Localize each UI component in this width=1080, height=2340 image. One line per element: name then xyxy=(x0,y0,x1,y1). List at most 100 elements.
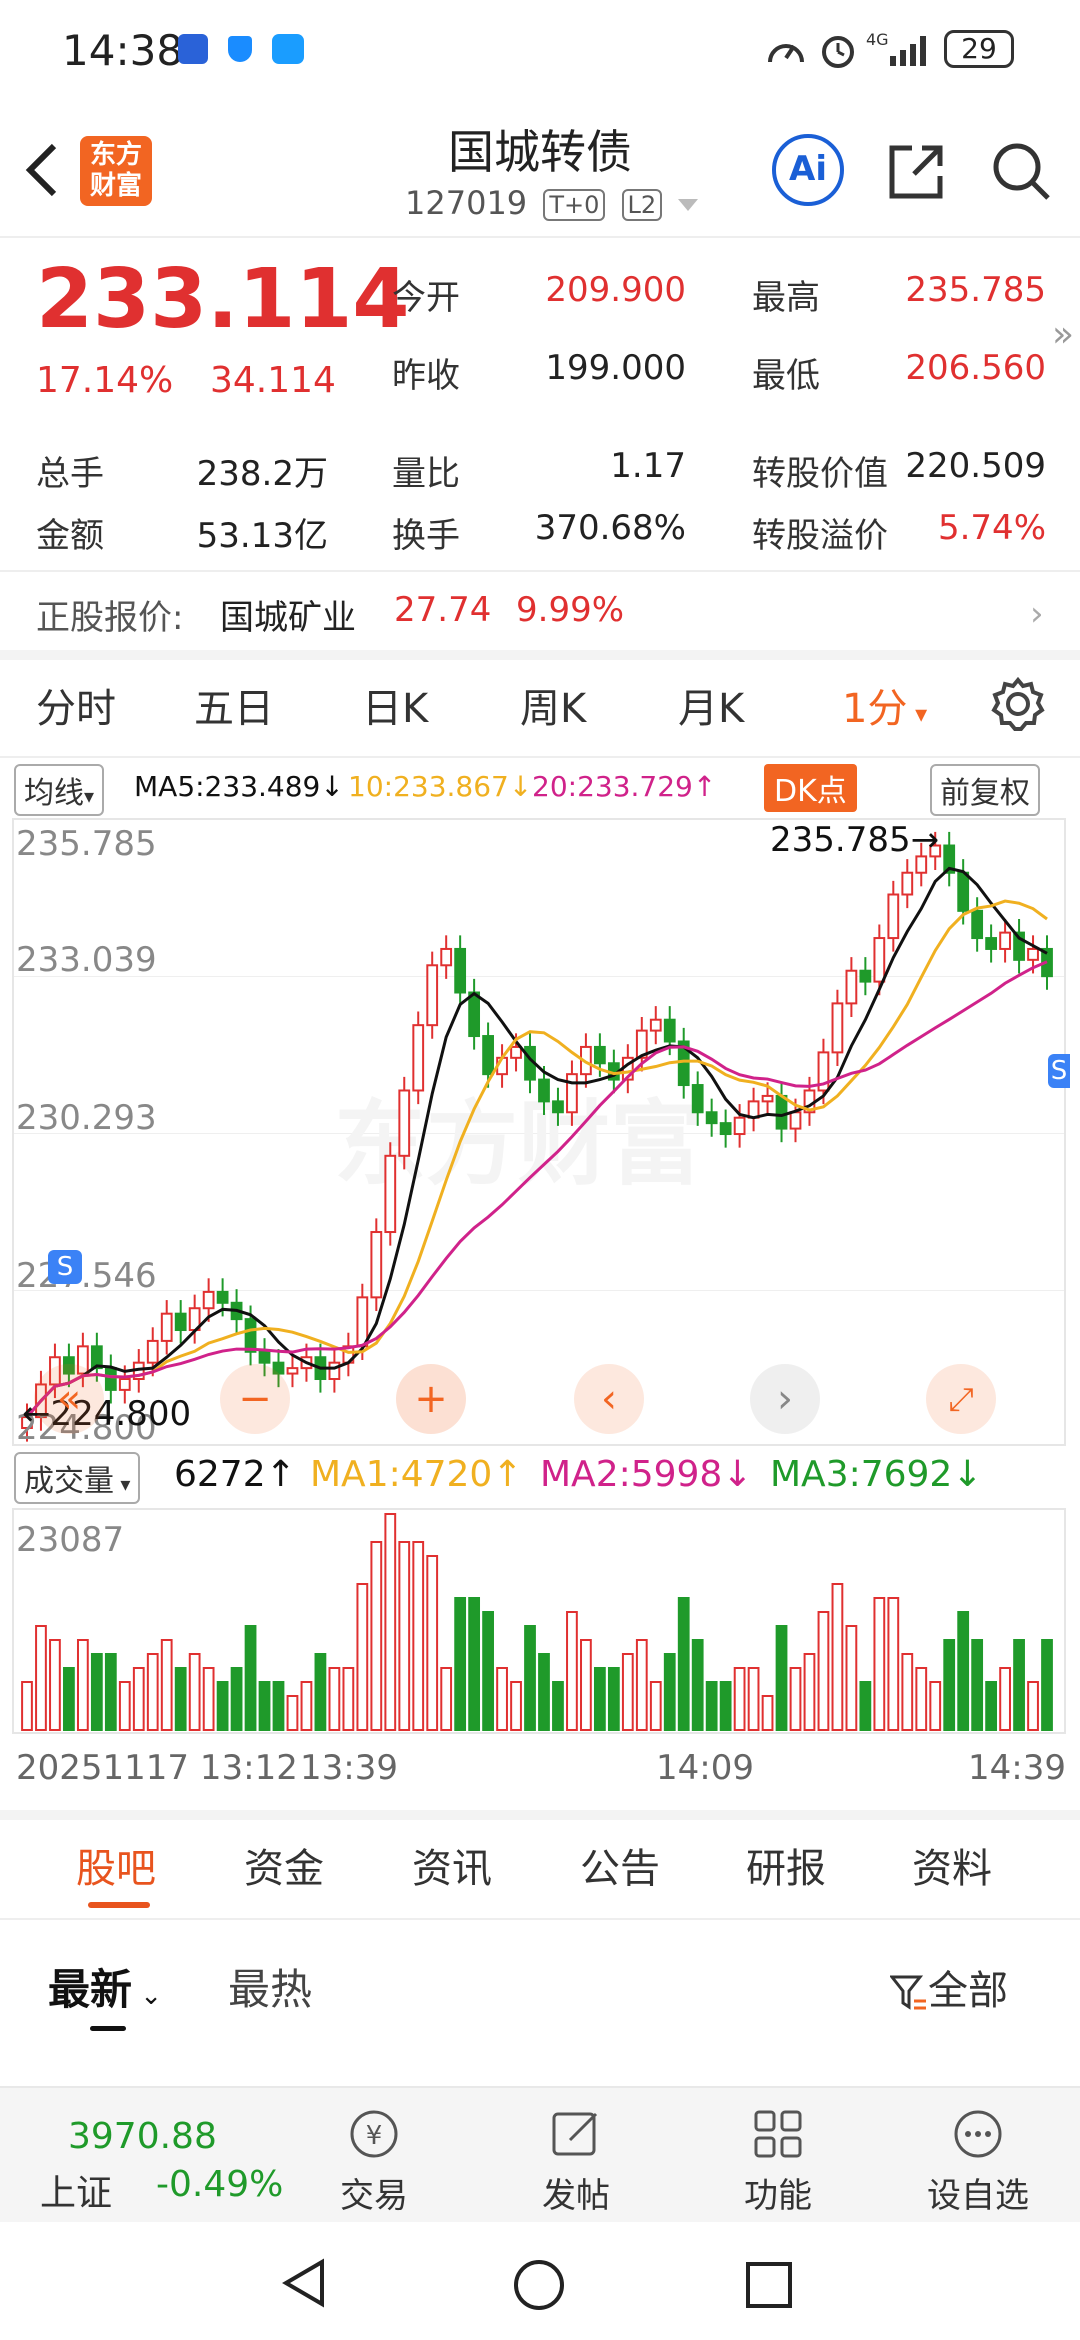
candle xyxy=(104,1367,117,1391)
price-axis-label: 235.785 xyxy=(16,824,157,864)
index-name[interactable]: 上证 xyxy=(40,2164,112,2216)
volume-bar xyxy=(356,1583,369,1731)
tab-five-day[interactable]: 五日 xyxy=(194,676,274,734)
scroll-start-button[interactable]: « xyxy=(34,1364,104,1434)
volume-bar xyxy=(1013,1639,1025,1731)
candle xyxy=(566,1073,578,1114)
function-button[interactable]: 功能 xyxy=(718,2098,838,2218)
tab-one-minute[interactable]: 1分 ▾ xyxy=(842,676,927,734)
volume-bar xyxy=(593,1667,606,1731)
l2-tag: L2 xyxy=(621,189,663,221)
tab-profile[interactable]: 资料 xyxy=(912,1836,992,1894)
volume-bar xyxy=(761,1695,774,1731)
tab-forum[interactable]: 股吧 xyxy=(76,1836,156,1894)
candle xyxy=(887,893,900,940)
add-watchlist-button[interactable]: 设自选 xyxy=(918,2098,1038,2218)
volume-bar xyxy=(244,1625,257,1731)
volume-bar xyxy=(985,1681,998,1731)
adjust-select[interactable]: 前复权 xyxy=(930,764,1040,816)
network-4g-icon: 4G xyxy=(866,30,889,49)
volume-legend: 6272↑ xyxy=(174,1454,296,1495)
candle xyxy=(873,937,886,983)
trade-label: 交易 xyxy=(340,2176,408,2216)
volume-bar xyxy=(859,1681,872,1731)
signal-marker[interactable]: S xyxy=(1048,1054,1070,1088)
candle xyxy=(244,1318,257,1353)
index-change[interactable]: -0.49% xyxy=(156,2164,283,2205)
volume-bar xyxy=(132,1667,145,1731)
home-nav-icon[interactable] xyxy=(512,2258,566,2312)
candle xyxy=(454,947,467,994)
candle xyxy=(258,1350,271,1364)
volume-chart[interactable]: 23087 xyxy=(12,1508,1066,1734)
sort-latest[interactable]: 最新 ⌄ xyxy=(48,1956,162,2017)
tab-daily-k[interactable]: 日K xyxy=(362,676,428,734)
post-button[interactable]: 发帖 xyxy=(516,2098,636,2218)
tab-intraday[interactable]: 分时 xyxy=(36,676,116,734)
tab-news[interactable]: 资讯 xyxy=(412,1836,492,1894)
expand-arrow-icon[interactable]: » xyxy=(1052,314,1074,355)
status-time: 14:38 xyxy=(62,26,184,75)
function-label: 功能 xyxy=(744,2176,812,2216)
system-nav-bar xyxy=(0,2222,1080,2340)
volume-ma2-legend: MA2:5998↓ xyxy=(540,1454,753,1495)
ma5-legend: MA5:233.489↓ xyxy=(134,770,344,803)
volume-bar xyxy=(803,1653,816,1731)
time-axis-label: 14:39 xyxy=(968,1748,1066,1788)
share-icon[interactable] xyxy=(886,140,948,202)
back-nav-icon[interactable] xyxy=(280,2258,330,2308)
tab-monthly-k[interactable]: 月K xyxy=(678,676,744,734)
stock-change: 9.99% xyxy=(516,590,625,630)
zoom-in-button[interactable]: + xyxy=(396,1364,466,1434)
recents-nav-icon[interactable] xyxy=(744,2260,794,2310)
price-chart[interactable]: 东方财富 235.785 233.039 230.293 227.546 224… xyxy=(12,818,1070,1448)
price-axis-label: 230.293 xyxy=(16,1098,157,1138)
candle xyxy=(719,1122,732,1136)
stock-name[interactable]: 国城矿业 xyxy=(220,590,356,639)
filter-button[interactable]: 全部 xyxy=(888,1958,1008,2016)
candle xyxy=(482,1035,494,1076)
speed-icon xyxy=(766,32,806,68)
volume-bar xyxy=(747,1667,760,1731)
volume-bar xyxy=(328,1667,341,1731)
t0-tag: T+0 xyxy=(543,189,606,221)
divider xyxy=(0,756,1080,758)
divider xyxy=(0,570,1080,572)
scroll-left-button[interactable]: ‹ xyxy=(574,1364,644,1434)
volume-indicator-select[interactable]: 成交量 ▾ xyxy=(14,1452,141,1504)
settings-gear-icon[interactable] xyxy=(990,676,1046,732)
tab-weekly-k[interactable]: 周K xyxy=(520,676,586,734)
zoom-out-button[interactable]: − xyxy=(220,1364,290,1434)
active-sort-indicator xyxy=(90,2026,126,2031)
volume-bar xyxy=(454,1597,467,1731)
stock-price: 27.74 xyxy=(394,590,492,630)
search-icon[interactable] xyxy=(990,140,1052,202)
candle xyxy=(663,1018,676,1043)
index-value[interactable]: 3970.88 xyxy=(68,2116,217,2157)
indicator-select[interactable]: 均线▾ xyxy=(14,764,105,816)
candle xyxy=(216,1290,229,1304)
tab-announcements[interactable]: 公告 xyxy=(580,1836,660,1894)
dk-point-button[interactable]: DK点 xyxy=(764,764,857,812)
tab-funds[interactable]: 资金 xyxy=(244,1836,324,1894)
chevron-right-icon[interactable]: › xyxy=(1030,594,1044,634)
high-value: 235.785 xyxy=(905,270,1046,310)
divider xyxy=(0,236,1080,238)
candle xyxy=(775,1094,788,1130)
fullscreen-button[interactable]: ⤢ xyxy=(926,1364,996,1434)
change-percent: 17.14% xyxy=(36,360,174,401)
ai-button[interactable]: Ai xyxy=(772,134,844,206)
volume-ma1-legend: MA1:4720↑ xyxy=(310,1454,523,1495)
volume-bar xyxy=(831,1583,844,1731)
ma10-legend: 10:233.867↓ xyxy=(348,770,533,803)
candle xyxy=(398,1089,411,1157)
amount-value: 53.13亿 xyxy=(196,516,328,556)
chevron-down-icon[interactable] xyxy=(678,199,699,211)
sort-hot[interactable]: 最热 xyxy=(228,1956,312,2017)
signal-marker[interactable]: S xyxy=(48,1250,82,1284)
volume-bar xyxy=(272,1681,285,1731)
tab-research[interactable]: 研报 xyxy=(746,1836,826,1894)
scroll-right-button[interactable]: › xyxy=(750,1364,820,1434)
trade-button[interactable]: ¥ 交易 xyxy=(314,2098,434,2218)
volume-bar xyxy=(915,1667,928,1731)
